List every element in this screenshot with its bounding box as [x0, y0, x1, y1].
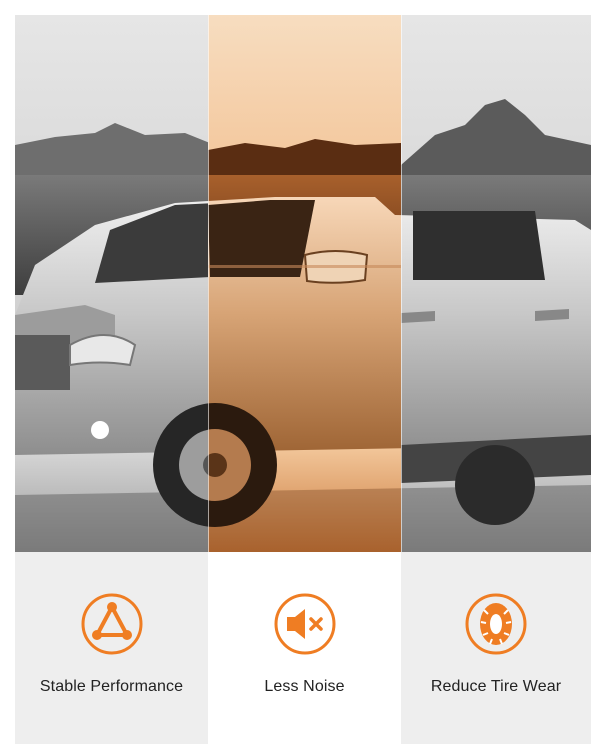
product-feature-graphic: Stable Performance Less Noise Reduce Tir…: [0, 0, 591, 744]
feature-stable-performance: Stable Performance: [15, 552, 208, 744]
feature-label: Reduce Tire Wear: [430, 678, 562, 695]
feature-less-noise: Less Noise: [208, 552, 401, 744]
tire-icon: [465, 593, 527, 655]
triangle-nodes-icon: [81, 593, 142, 655]
feature-panel: Stable Performance Less Noise Reduce Tir…: [15, 15, 591, 744]
feature-label: Less Noise: [264, 678, 345, 695]
feature-label: Stable Performance: [39, 678, 184, 695]
hero-image-truck: [15, 15, 591, 552]
features-row: Stable Performance Less Noise Reduce Tir…: [15, 552, 591, 744]
feature-reduce-tire-wear: Reduce Tire Wear: [401, 552, 591, 744]
speaker-mute-icon: [274, 593, 335, 655]
